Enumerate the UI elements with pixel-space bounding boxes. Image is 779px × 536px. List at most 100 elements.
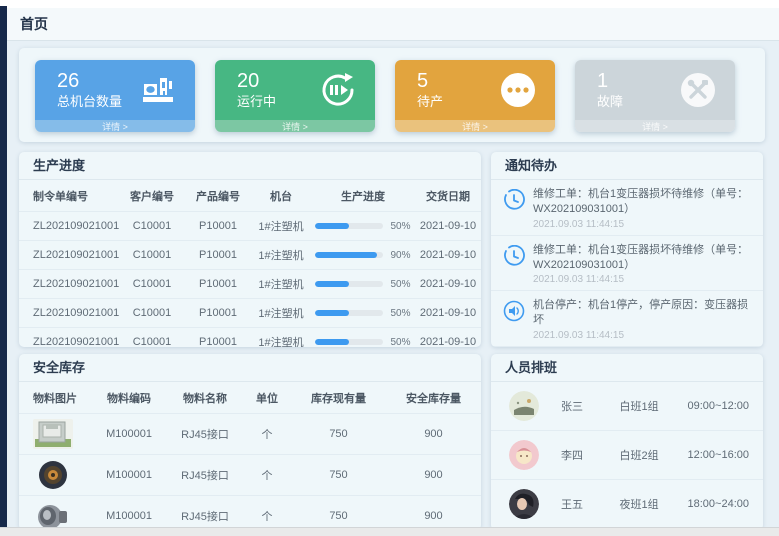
stat-cards-panel: 26 总机台数量 详情 > [19,48,765,142]
tools-icon [679,71,717,109]
running-detail-link[interactable]: 详情 > [215,120,375,132]
production-table-body: ZL202109021001 C10001 P10001 1#注塑机 50% 2… [19,212,481,348]
notification-text: 维修工单：机台1变压器损坏待维修（单号：WX202109031001） [533,187,753,217]
customer-number: C10001 [119,270,185,299]
round-speaker-image [33,460,73,490]
progress-bar-fill [315,310,349,316]
waiting-value: 5 [417,69,443,94]
dashboard-content: 26 总机台数量 详情 > [7,41,779,528]
notification-text: 机台停产：机台1停产，停产原因：变压器损坏 [533,298,753,328]
material-unit: 个 [243,414,291,455]
waiting-label: 待产 [417,94,443,110]
staff-time: 09:00~12:00 [688,400,749,412]
progress-bar [315,339,383,345]
material-name: RJ45接口 [167,414,243,455]
delivery-date: 2021-09-10 [415,212,481,241]
progress-bar-fill [315,223,349,229]
avatar [509,391,539,421]
production-table-header-row: 制令单编号 客户编号 产品编号 机台 生产进度 交货日期 [19,180,481,212]
product-number: P10001 [185,328,251,348]
progress-percent: 50% [390,221,410,232]
staffing-panel: 人员排班 张三 白班1组 09:00~12:00 [491,354,763,528]
column-header: 单位 [243,382,291,414]
column-header: 安全库存量 [386,382,481,414]
speaker-icon [503,300,525,322]
rj45-connector-image [33,419,73,449]
notification-item[interactable]: 维修工单：机台1变压器损坏待维修（单号：WX202109031001） 2021… [491,236,763,292]
stat-card-fault[interactable]: 1 故障 详情 > [575,60,735,132]
table-row: M100001 RJ45接口 个 750 900 [19,496,481,529]
horizontal-scrollbar[interactable] [0,527,779,536]
column-header: 机台 [251,180,311,212]
ellipsis-icon [499,71,537,109]
material-unit: 个 [243,455,291,496]
progress-percent: 50% [390,279,410,290]
machine-name: 1#注塑机 [251,212,311,241]
product-number: P10001 [185,299,251,328]
notification-item[interactable]: 维修工单：机台1变压器损坏待维修（单号：WX202109031001） 2021… [491,180,763,236]
staff-name: 张三 [561,398,620,414]
table-row: M100001 RJ45接口 个 750 900 [19,414,481,455]
column-header: 物料名称 [167,382,243,414]
machine-name: 1#注塑机 [251,299,311,328]
tab-home[interactable]: 首页 [20,14,48,34]
safety-stock-qty: 900 [386,496,481,529]
material-unit: 个 [243,496,291,529]
progress-bar [315,281,383,287]
progress-bar-fill [315,339,349,345]
safety-stock-qty: 900 [386,414,481,455]
staff-time: 18:00~24:00 [688,498,749,510]
order-number: ZL202109021001 [19,241,119,270]
progress-bar [315,252,383,258]
stat-card-waiting[interactable]: 5 待产 详情 > [395,60,555,132]
waiting-detail-link[interactable]: 详情 > [395,120,555,132]
table-row: M100001 RJ45接口 个 750 900 [19,455,481,496]
stat-card-running[interactable]: 20 运行中 详情 > [215,60,375,132]
delivery-date: 2021-09-10 [415,328,481,348]
staff-row: 李四 白班2组 12:00~16:00 [491,431,763,480]
cone-speaker-image [33,501,73,528]
column-header: 物料编码 [91,382,167,414]
progress-bar [315,310,383,316]
machine-name: 1#注塑机 [251,270,311,299]
stat-card-total-machines[interactable]: 26 总机台数量 详情 > [35,60,195,132]
staff-row: 王五 夜班1组 18:00~24:00 [491,480,763,528]
total-machines-label: 总机台数量 [57,94,122,110]
avatar [509,440,539,470]
production-progress-title: 生产进度 [19,152,481,180]
notifications-panel: 通知待办 维修工单：机台1变压器损坏待维修（单号：WX202109031001）… [491,152,763,347]
production-progress-panel: 生产进度 制令单编号 客户编号 产品编号 机台 生产进度 交货日期 [19,152,481,347]
column-header: 产品编号 [185,180,251,212]
product-number: P10001 [185,212,251,241]
running-label: 运行中 [237,94,276,110]
product-number: P10001 [185,270,251,299]
stock-on-hand: 750 [291,455,386,496]
staff-row: 张三 白班1组 09:00~12:00 [491,382,763,431]
safety-stock-header-row: 物料图片 物料编码 物料名称 单位 库存现有量 安全库存量 [19,382,481,414]
delivery-date: 2021-09-10 [415,299,481,328]
table-row: ZL202109021001 C10001 P10001 1#注塑机 50% 2… [19,270,481,299]
safety-stock-table: 物料图片 物料编码 物料名称 单位 库存现有量 安全库存量 [19,382,481,528]
progress-percent: 50% [390,308,410,319]
notification-item[interactable]: 机台停产：机台1停产，停产原因：变压器损坏 2021.09.03 11:44:1… [491,291,763,347]
staff-shift: 白班1组 [620,398,688,414]
material-name: RJ45接口 [167,455,243,496]
order-number: ZL202109021001 [19,299,119,328]
delivery-date: 2021-09-10 [415,241,481,270]
column-header: 库存现有量 [291,382,386,414]
safety-stock-qty: 900 [386,455,481,496]
customer-number: C10001 [119,328,185,348]
order-number: ZL202109021001 [19,328,119,348]
fault-label: 故障 [597,94,623,110]
staff-shift: 夜班1组 [620,496,688,512]
fault-detail-link[interactable]: 详情 > [575,120,735,132]
material-code: M100001 [91,414,167,455]
staff-shift: 白班2组 [620,447,688,463]
stock-on-hand: 750 [291,414,386,455]
production-table: 制令单编号 客户编号 产品编号 机台 生产进度 交货日期 ZL202109021… [19,180,481,347]
page-header: 首页 [7,8,779,41]
fault-value: 1 [597,69,623,94]
order-number: ZL202109021001 [19,212,119,241]
total-machines-detail-link[interactable]: 详情 > [35,120,195,132]
running-value: 20 [237,69,276,94]
